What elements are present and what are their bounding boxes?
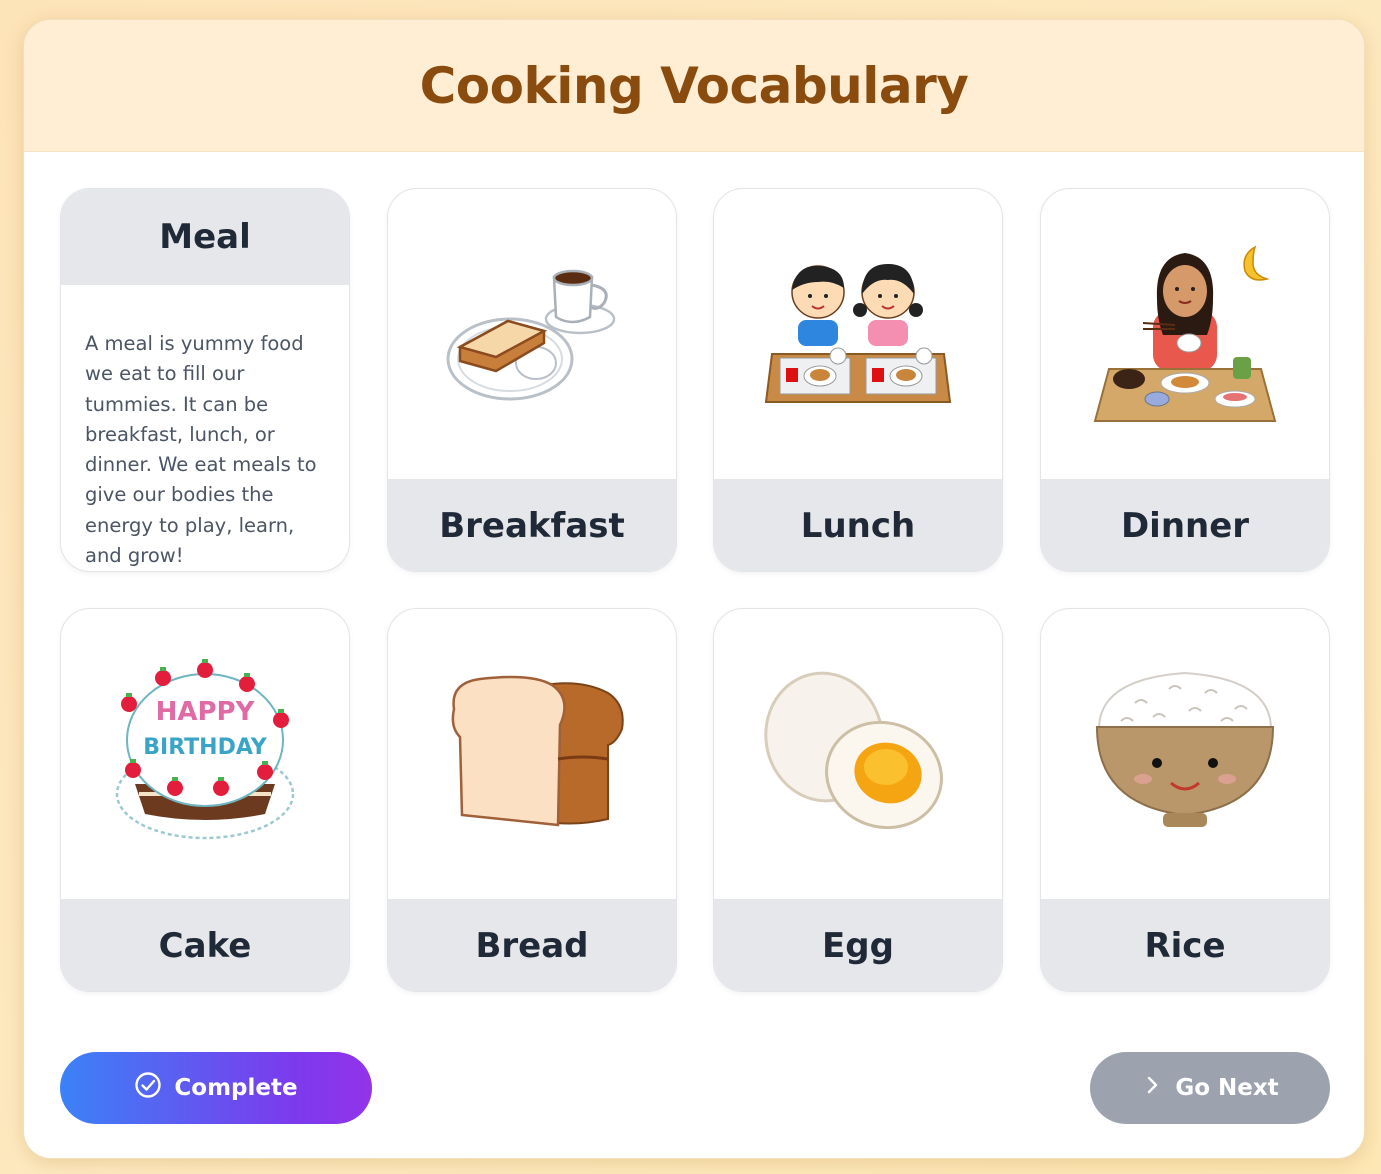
complete-button-label: Complete <box>174 1075 298 1101</box>
dinner-illustration <box>1041 189 1329 479</box>
cake-text-happy: HAPPY <box>156 697 256 727</box>
go-next-button[interactable]: Go Next <box>1090 1052 1330 1124</box>
rice-illustration <box>1041 609 1329 899</box>
go-next-button-label: Go Next <box>1175 1075 1279 1101</box>
vocab-label: Egg <box>714 899 1002 991</box>
definition-card: Meal A meal is yummy food we eat to fill… <box>60 188 350 572</box>
page-header: Cooking Vocabulary <box>24 20 1364 152</box>
cake-illustration: HAPPY BIRTHDAY <box>61 609 349 899</box>
definition-title: Meal <box>61 189 349 285</box>
definition-text: A meal is yummy food we eat to fill our … <box>85 332 317 568</box>
page-title: Cooking Vocabulary <box>419 56 969 115</box>
cake-text-birthday: BIRTHDAY <box>143 735 268 760</box>
vocab-label: Bread <box>388 899 676 991</box>
vocab-card-bread[interactable]: Bread <box>387 608 677 992</box>
vocab-card-rice[interactable]: Rice <box>1040 608 1330 992</box>
vocab-card-egg[interactable]: Egg <box>713 608 1003 992</box>
breakfast-illustration <box>388 189 676 479</box>
complete-button[interactable]: Complete <box>60 1052 372 1124</box>
vocab-label: Cake <box>61 899 349 991</box>
vocab-label: Lunch <box>714 479 1002 571</box>
vocab-card-lunch[interactable]: Lunch <box>713 188 1003 572</box>
bread-illustration <box>388 609 676 899</box>
vocab-label: Breakfast <box>388 479 676 571</box>
vocab-card-breakfast[interactable]: Breakfast <box>387 188 677 572</box>
vocab-label: Dinner <box>1041 479 1329 571</box>
egg-illustration <box>714 609 1002 899</box>
chevron-right-icon <box>1141 1074 1163 1102</box>
vocab-label: Rice <box>1041 899 1329 991</box>
vocab-card-dinner[interactable]: Dinner <box>1040 188 1330 572</box>
vocab-card-cake[interactable]: HAPPY BIRTHDAY Cake <box>60 608 350 992</box>
check-circle-icon <box>134 1071 162 1105</box>
lunch-illustration <box>714 189 1002 479</box>
vocabulary-panel: Cooking Vocabulary Meal A meal is yummy … <box>23 19 1365 1159</box>
